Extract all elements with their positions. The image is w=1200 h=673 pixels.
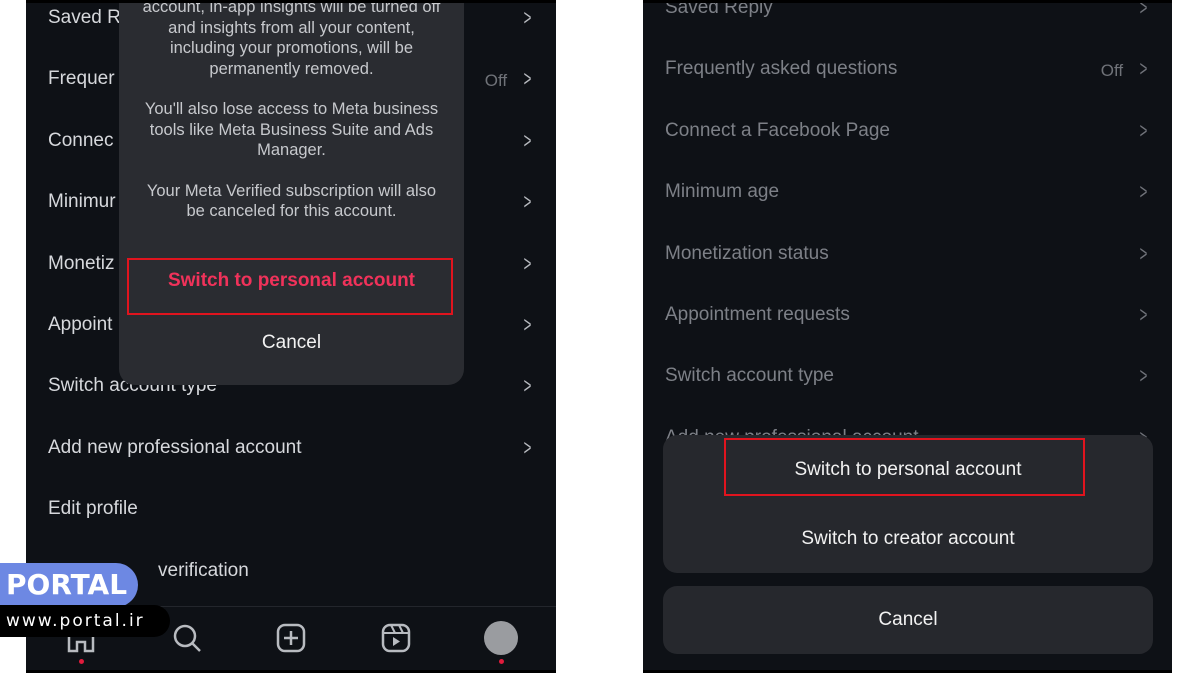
row-right: > bbox=[521, 189, 534, 215]
row-label: Connec bbox=[48, 129, 114, 151]
row-label: Monetiz bbox=[48, 252, 115, 274]
search-icon[interactable] bbox=[170, 621, 204, 655]
chevron-right-icon: > bbox=[523, 312, 532, 337]
dialog-text: Your Meta Verified subscription will als… bbox=[146, 181, 437, 221]
chevron-right-icon: > bbox=[523, 66, 532, 92]
row-right: > bbox=[521, 435, 534, 461]
cancel-button[interactable]: Cancel bbox=[119, 332, 464, 354]
create-icon[interactable] bbox=[274, 621, 308, 655]
settings-row[interactable]: Add new professional account > bbox=[48, 433, 534, 463]
row-label: Minimur bbox=[48, 191, 116, 213]
row-right: > bbox=[521, 5, 534, 31]
row-label: Appoint bbox=[48, 314, 113, 335]
chevron-right-icon: > bbox=[523, 434, 532, 460]
highlight-box bbox=[724, 438, 1085, 496]
switch-confirm-dialog: account, in-app insights will be turned … bbox=[119, 0, 464, 385]
watermark-url: www.portal.ir bbox=[0, 605, 170, 637]
chevron-right-icon: > bbox=[523, 250, 532, 276]
dialog-text: You'll also lose access to Meta business… bbox=[144, 100, 439, 159]
chevron-right-icon: > bbox=[523, 373, 532, 399]
settings-row[interactable]: Edit profile bbox=[48, 494, 534, 524]
highlight-box bbox=[127, 258, 453, 315]
row-right: > bbox=[521, 128, 534, 154]
watermark-logo: PORTAL bbox=[0, 563, 138, 607]
row-label: Add new professional account bbox=[48, 436, 302, 458]
cancel-button[interactable]: Cancel bbox=[663, 586, 1153, 654]
row-label: Frequer bbox=[48, 68, 115, 90]
row-label: Edit profile bbox=[48, 498, 138, 520]
chevron-right-icon: > bbox=[523, 127, 532, 153]
row-right: > bbox=[521, 373, 534, 399]
row-right: > bbox=[521, 312, 534, 338]
reels-icon[interactable] bbox=[379, 621, 413, 655]
row-value: Off bbox=[484, 71, 508, 91]
row-label: verification bbox=[158, 559, 249, 581]
row-right: > bbox=[521, 251, 534, 277]
profile-avatar[interactable] bbox=[484, 621, 518, 655]
dialog-text: account, in-app insights will be turned … bbox=[142, 0, 441, 78]
right-phone-screen: Saved Reply > Frequently asked questions Of… bbox=[643, 0, 1172, 673]
notification-dot bbox=[499, 659, 504, 664]
switch-to-creator-button[interactable]: Switch to creator account bbox=[663, 528, 1153, 550]
row-label: Saved R bbox=[48, 7, 121, 28]
chevron-right-icon: > bbox=[523, 5, 532, 30]
chevron-right-icon: > bbox=[523, 189, 532, 215]
row-right: Off > bbox=[485, 66, 534, 92]
notification-dot bbox=[79, 659, 84, 664]
